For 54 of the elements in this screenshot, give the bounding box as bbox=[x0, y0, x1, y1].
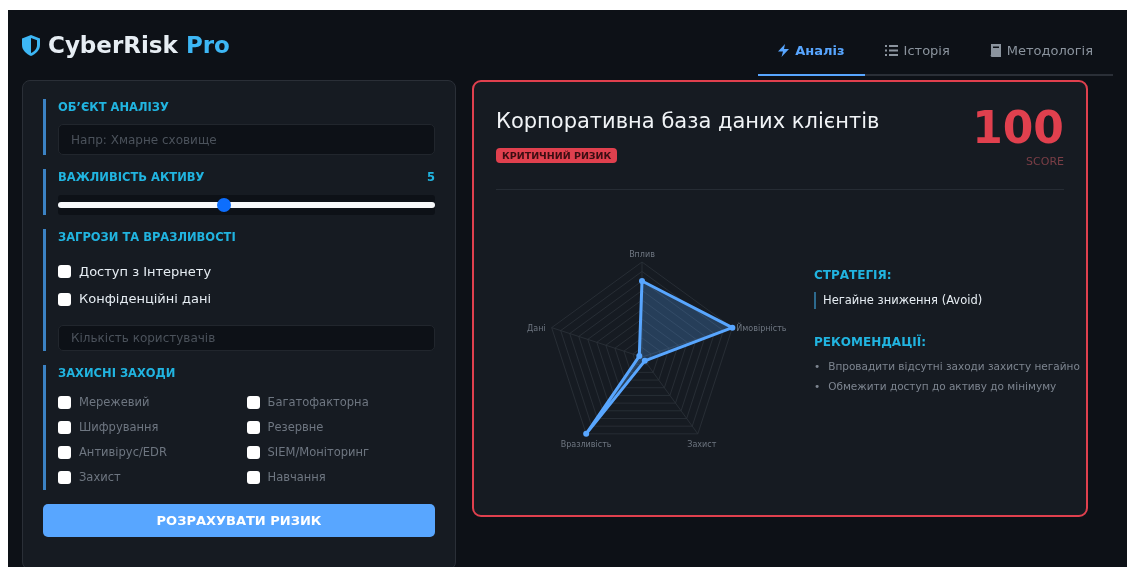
nav-tab[interactable]: Методологія bbox=[969, 26, 1113, 76]
strategy-label: СТРАТЕГІЯ: bbox=[814, 267, 893, 285]
book-icon bbox=[989, 43, 1001, 57]
axis-label: Захист bbox=[687, 439, 717, 449]
shield-logo-icon bbox=[22, 34, 40, 56]
checkbox-option[interactable]: Шифрування bbox=[58, 415, 247, 440]
importance-value: 5 bbox=[427, 169, 435, 187]
checkbox-option[interactable]: Антивірус/EDR bbox=[58, 440, 247, 465]
axis-label: Вплив bbox=[629, 249, 655, 259]
checkbox-option[interactable]: Резервне bbox=[246, 415, 435, 440]
axis-label: Вразливість bbox=[560, 439, 612, 449]
nav-tab[interactable]: Історія bbox=[864, 26, 970, 76]
bullet-icon: • bbox=[814, 360, 821, 373]
checkbox[interactable] bbox=[58, 471, 71, 484]
list-icon bbox=[884, 44, 898, 56]
risk-badge: КРИТИЧНИЙ РИЗИК bbox=[496, 147, 618, 163]
checkbox-option[interactable]: Мережевий bbox=[58, 390, 247, 415]
checkbox[interactable] bbox=[58, 446, 71, 459]
lightning-icon bbox=[778, 43, 790, 57]
importance-slider[interactable] bbox=[58, 194, 435, 215]
checkbox-option[interactable]: Багатофакторна bbox=[246, 390, 435, 415]
calculate-button[interactable]: РОЗРАХУВАТИ РИЗИК bbox=[43, 504, 435, 537]
nav-tab[interactable]: Аналіз bbox=[758, 26, 865, 76]
checkbox[interactable] bbox=[246, 396, 260, 409]
checkbox-option[interactable]: Конфіденційні дані bbox=[58, 289, 435, 309]
result-title: Корпоративна база даних клієнтів bbox=[496, 108, 880, 135]
score-label: SCORE bbox=[1025, 154, 1064, 170]
checkbox[interactable] bbox=[58, 292, 71, 306]
checkbox-option[interactable]: Навчання bbox=[246, 465, 435, 490]
section-label: ОБ’ЄКТ АНАЛІЗУ bbox=[58, 99, 169, 116]
checkbox[interactable] bbox=[58, 265, 71, 278]
axis-label: Дані bbox=[527, 323, 546, 333]
slider-thumb[interactable] bbox=[216, 197, 231, 212]
section-label: ЗАГРОЗИ ТА ВРАЗЛИВОСТІ bbox=[58, 228, 236, 246]
bullet-icon: • bbox=[814, 380, 821, 393]
section-label: ЗАХИСНІ ЗАХОДИ bbox=[58, 364, 176, 382]
checkbox[interactable] bbox=[58, 396, 71, 409]
recommendation-item: Обмежити доступ до активу до мінімуму bbox=[828, 380, 1057, 393]
checkbox[interactable] bbox=[246, 421, 260, 434]
section-label: ВАЖЛИВІСТЬ АКТИВУ bbox=[58, 169, 205, 187]
text-field[interactable]: Кількість користувачів bbox=[58, 324, 435, 351]
risk-score: 100 bbox=[972, 106, 1064, 150]
strategy-text: Негайне зниження (Avoid) bbox=[814, 292, 1080, 310]
checkbox-option[interactable]: Доступ з Інтернету bbox=[58, 261, 435, 282]
text-field[interactable]: Напр: Хмарне сховище bbox=[58, 124, 435, 156]
app-logo: CyberRisk Pro bbox=[48, 30, 230, 60]
checkbox[interactable] bbox=[58, 421, 71, 434]
checkbox[interactable] bbox=[246, 446, 260, 459]
checkbox-option[interactable]: SIEM/Моніторинг bbox=[246, 440, 435, 465]
recommendation-item: Впровадити відсутні заходи захисту негайно bbox=[828, 360, 1080, 373]
axis-label: Ймовірність bbox=[736, 323, 787, 333]
checkbox-option[interactable]: Захист bbox=[58, 465, 247, 490]
checkbox[interactable] bbox=[246, 471, 260, 484]
recommendations-label: РЕКОМЕНДАЦІЇ: bbox=[814, 333, 928, 352]
